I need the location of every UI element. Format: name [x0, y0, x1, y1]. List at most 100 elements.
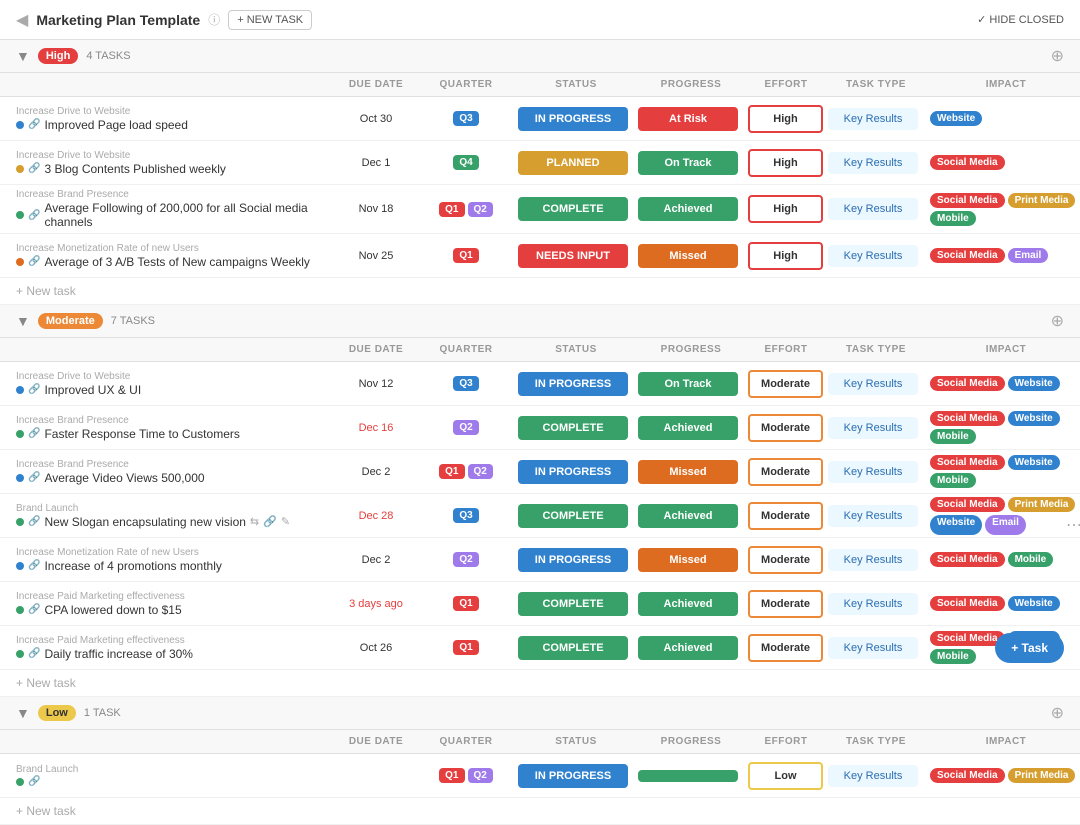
impact-tag[interactable]: Mobile: [930, 473, 976, 488]
tasktype-badge[interactable]: Key Results: [828, 549, 918, 571]
effort-badge[interactable]: Moderate: [748, 546, 823, 574]
new-task-row[interactable]: + New task: [0, 670, 1080, 697]
task-name[interactable]: CPA lowered down to $15: [44, 603, 181, 617]
progress-badge[interactable]: Missed: [638, 460, 738, 484]
tasktype-badge[interactable]: Key Results: [828, 198, 918, 220]
tasktype-badge[interactable]: Key Results: [828, 461, 918, 483]
impact-tag[interactable]: Social Media: [930, 248, 1005, 263]
effort-badge[interactable]: Moderate: [748, 590, 823, 618]
tasktype-badge[interactable]: Key Results: [828, 505, 918, 527]
impact-tag[interactable]: Website: [1008, 411, 1060, 426]
effort-badge[interactable]: High: [748, 149, 823, 177]
impact-tag[interactable]: Social Media: [930, 768, 1005, 783]
status-badge[interactable]: COMPLETE: [518, 592, 628, 616]
quarter-badge[interactable]: Q3: [453, 376, 478, 391]
status-badge[interactable]: IN PROGRESS: [518, 764, 628, 788]
impact-tag[interactable]: Website: [930, 515, 982, 535]
task-name[interactable]: Improved Page load speed: [44, 118, 187, 132]
tasktype-badge[interactable]: Key Results: [828, 417, 918, 439]
task-name[interactable]: Daily traffic increase of 30%: [44, 647, 193, 661]
quarter-badge[interactable]: Q2: [468, 464, 493, 479]
progress-badge[interactable]: Missed: [638, 548, 738, 572]
task-name[interactable]: Average Video Views 500,000: [44, 471, 204, 485]
progress-badge[interactable]: Achieved: [638, 592, 738, 616]
progress-badge[interactable]: Achieved: [638, 636, 738, 660]
tasktype-badge[interactable]: Key Results: [828, 593, 918, 615]
task-name[interactable]: New Slogan encapsulating new vision: [44, 515, 245, 529]
progress-badge[interactable]: Missed: [638, 244, 738, 268]
effort-badge[interactable]: Moderate: [748, 414, 823, 442]
status-badge[interactable]: COMPLETE: [518, 197, 628, 221]
impact-tag[interactable]: Social Media: [930, 552, 1005, 567]
status-badge[interactable]: NEEDS INPUT: [518, 244, 628, 268]
progress-badge[interactable]: On Track: [638, 372, 738, 396]
impact-tag[interactable]: Mobile: [930, 211, 976, 226]
impact-tag[interactable]: Social Media: [930, 411, 1005, 426]
impact-tag[interactable]: Email: [985, 515, 1026, 535]
effort-badge[interactable]: Moderate: [748, 370, 823, 398]
progress-badge[interactable]: At Risk: [638, 107, 738, 131]
task-name[interactable]: Average Following of 200,000 for all Soc…: [44, 201, 336, 229]
info-icon[interactable]: ⓘ: [208, 11, 220, 28]
quarter-badge[interactable]: Q2: [453, 420, 478, 435]
impact-tag[interactable]: Website: [930, 111, 982, 126]
task-name[interactable]: Average of 3 A/B Tests of New campaigns …: [44, 255, 309, 269]
impact-tag[interactable]: Social Media: [930, 155, 1005, 170]
section-add-btn-moderate[interactable]: ⊕: [1051, 311, 1064, 331]
impact-tag[interactable]: Mobile: [1008, 552, 1054, 567]
impact-tag[interactable]: Website: [1008, 376, 1060, 391]
tasktype-badge[interactable]: Key Results: [828, 108, 918, 130]
progress-badge[interactable]: On Track: [638, 151, 738, 175]
task-name[interactable]: 3 Blog Contents Published weekly: [44, 162, 225, 176]
status-badge[interactable]: IN PROGRESS: [518, 372, 628, 396]
progress-badge[interactable]: Achieved: [638, 504, 738, 528]
more-actions-icon[interactable]: ⋯: [1066, 515, 1080, 535]
hide-closed-button[interactable]: ✓ HIDE CLOSED: [977, 13, 1064, 26]
task-name[interactable]: Faster Response Time to Customers: [44, 427, 239, 441]
new-task-fab[interactable]: + Task: [995, 633, 1064, 663]
status-badge[interactable]: IN PROGRESS: [518, 548, 628, 572]
section-add-btn-high[interactable]: ⊕: [1051, 46, 1064, 66]
new-task-button[interactable]: + NEW TASK: [228, 10, 312, 30]
task-name[interactable]: Improved UX & UI: [44, 383, 141, 397]
impact-tag[interactable]: Website: [1008, 596, 1060, 611]
status-badge[interactable]: PLANNED: [518, 151, 628, 175]
quarter-badge[interactable]: Q1: [439, 464, 464, 479]
impact-tag[interactable]: Mobile: [930, 429, 976, 444]
impact-tag[interactable]: Social Media: [930, 193, 1005, 208]
quarter-badge[interactable]: Q1: [453, 248, 478, 263]
impact-tag[interactable]: Social Media: [930, 497, 1005, 512]
progress-badge[interactable]: Achieved: [638, 416, 738, 440]
impact-tag[interactable]: Print Media: [1008, 768, 1076, 783]
impact-tag[interactable]: Mobile: [930, 649, 976, 664]
quarter-badge[interactable]: Q3: [453, 111, 478, 126]
section-add-btn-low[interactable]: ⊕: [1051, 703, 1064, 723]
section-toggle-high[interactable]: ▼: [16, 48, 30, 64]
status-badge[interactable]: COMPLETE: [518, 636, 628, 660]
quarter-badge[interactable]: Q1: [439, 768, 464, 783]
tasktype-badge[interactable]: Key Results: [828, 765, 918, 787]
quarter-badge[interactable]: Q1: [453, 640, 478, 655]
tasktype-badge[interactable]: Key Results: [828, 245, 918, 267]
task-name[interactable]: Increase of 4 promotions monthly: [44, 559, 221, 573]
effort-badge[interactable]: High: [748, 242, 823, 270]
progress-badge[interactable]: [638, 770, 738, 782]
action-icon-1[interactable]: ⇆: [250, 515, 259, 528]
impact-tag[interactable]: Social Media: [930, 596, 1005, 611]
effort-badge[interactable]: Moderate: [748, 502, 823, 530]
action-icon-3[interactable]: ✎: [281, 515, 290, 528]
effort-badge[interactable]: Low: [748, 762, 823, 790]
quarter-badge[interactable]: Q1: [439, 202, 464, 217]
quarter-badge[interactable]: Q1: [453, 596, 478, 611]
action-icon-2[interactable]: 🔗: [263, 515, 277, 528]
effort-badge[interactable]: High: [748, 195, 823, 223]
progress-badge[interactable]: Achieved: [638, 197, 738, 221]
impact-tag[interactable]: Print Media: [1008, 193, 1076, 208]
impact-tag[interactable]: Social Media: [930, 455, 1005, 470]
quarter-badge[interactable]: Q2: [453, 552, 478, 567]
quarter-badge[interactable]: Q2: [468, 202, 493, 217]
quarter-badge[interactable]: Q3: [453, 508, 478, 523]
impact-tag[interactable]: Social Media: [930, 376, 1005, 391]
quarter-badge[interactable]: Q4: [453, 155, 478, 170]
new-task-row[interactable]: + New task: [0, 798, 1080, 825]
